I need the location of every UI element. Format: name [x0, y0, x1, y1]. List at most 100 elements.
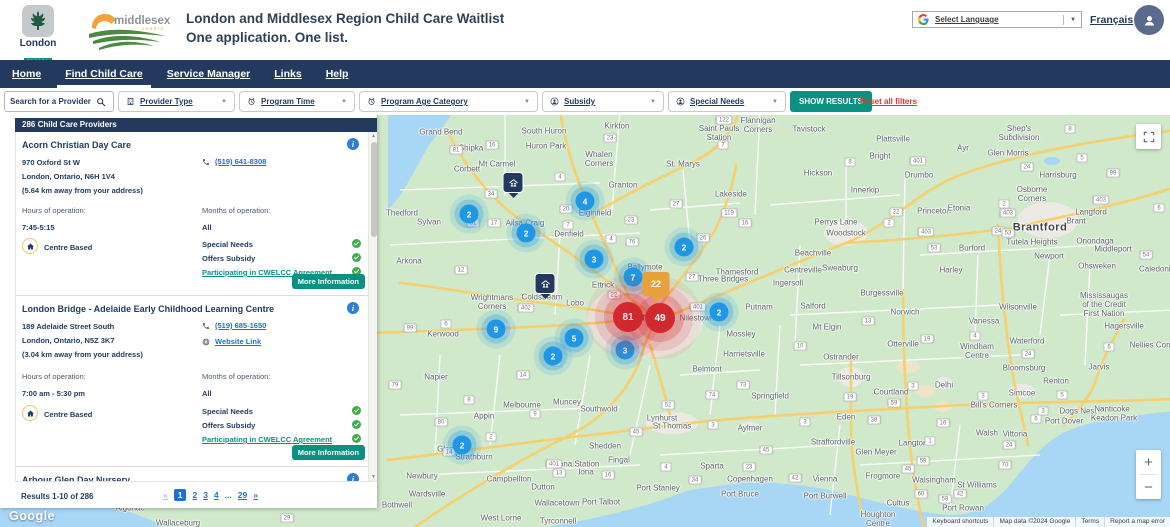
cluster-marker-blue[interactable]: 7 — [624, 268, 643, 287]
nav-item-links[interactable]: Links — [272, 60, 303, 88]
scroll-down-icon[interactable]: ▼ — [369, 474, 377, 480]
provider-address-line1: 970 Oxford St W — [22, 158, 80, 167]
map-place-label: Renton — [1043, 376, 1069, 385]
more-information-button[interactable]: More Information — [292, 274, 365, 289]
feature-offers-subsidy: Offers Subsidy — [202, 254, 255, 263]
road-shield: 74 — [706, 391, 719, 400]
provider-phone-link[interactable]: (519) 685-1650 — [215, 321, 266, 330]
terms-link[interactable]: Terms — [1075, 517, 1104, 527]
childcare-centre-pin[interactable] — [503, 172, 524, 193]
more-information-button[interactable]: More Information — [292, 445, 365, 460]
cluster-marker-blue[interactable]: 4 — [576, 192, 595, 211]
scrollbar-thumb[interactable] — [371, 142, 377, 237]
reset-all-filters-link[interactable]: Reset all filters — [860, 97, 917, 106]
provider-phone-row: (519) 641-8308 — [202, 157, 266, 166]
provider-phone-link[interactable]: (519) 641-8308 — [215, 157, 266, 166]
provider-name: London Bridge - Adelaide Early Childhood… — [22, 304, 274, 314]
zoom-out-button[interactable]: − — [1136, 475, 1161, 499]
cluster-marker-orange[interactable]: 22 — [643, 272, 670, 296]
pagination-page-2[interactable]: 2 — [192, 490, 197, 500]
select-language-label[interactable]: Select Language — [935, 15, 999, 24]
info-icon[interactable]: i — [347, 302, 359, 314]
user-account-button[interactable] — [1134, 5, 1164, 35]
special-needs-dropdown[interactable]: Special Needs ▼ — [668, 91, 786, 112]
pagination-prev[interactable]: « — [163, 490, 168, 500]
pagination-page-3[interactable]: 3 — [203, 490, 208, 500]
scroll-up-icon[interactable]: ▲ — [369, 133, 377, 139]
map-place-label: Belmont — [692, 364, 721, 373]
childcare-centre-pin[interactable] — [535, 273, 556, 294]
cluster-marker-blue[interactable]: 5 — [565, 329, 584, 348]
map-fullscreen-button[interactable] — [1136, 124, 1161, 149]
cluster-marker-blue[interactable]: 2 — [675, 238, 694, 257]
road-shield: 42 — [954, 490, 967, 499]
pagination-next[interactable]: » — [253, 490, 258, 500]
map-place-label: Sparta — [700, 461, 724, 470]
provider-type-dropdown[interactable]: Provider Type ▼ — [118, 91, 235, 112]
results-count-text: Results 1-10 of 286 — [21, 492, 93, 501]
road-shield: 1 — [925, 437, 936, 446]
program-time-dropdown[interactable]: Program Time ▼ — [239, 91, 355, 112]
road-shield: 24 — [1022, 350, 1035, 359]
road-shield: 403 — [1000, 209, 1016, 218]
map-place-label: Sylvan — [417, 217, 441, 226]
app-title-block: London and Middlesex Region Child Care W… — [186, 11, 504, 45]
subsidy-dropdown[interactable]: Subsidy ▼ — [542, 91, 664, 112]
francais-language-link[interactable]: Français — [1090, 14, 1133, 26]
road-shield: 5 — [1057, 391, 1068, 400]
cluster-marker-blue[interactable]: 2 — [453, 436, 472, 455]
road-shield: 12 — [455, 266, 468, 275]
pagination-page-29[interactable]: 29 — [238, 490, 247, 500]
zoom-in-button[interactable]: + — [1136, 450, 1161, 474]
pagination-page-1[interactable]: 1 — [174, 489, 187, 501]
cwelcc-agreement-link[interactable]: Participating in CWELCC Agreement — [202, 435, 332, 444]
map-place-label: Putnam — [745, 302, 773, 311]
search-input[interactable] — [10, 97, 96, 106]
pagination-ellipsis: ... — [225, 490, 232, 500]
nav-item-help[interactable]: Help — [324, 60, 351, 88]
cluster-marker-blue[interactable]: 9 — [487, 320, 506, 339]
feature-offers-subsidy: Offers Subsidy — [202, 421, 255, 430]
filter-bar: Provider Type ▼ Program Time ▼ Program A… — [0, 88, 1170, 115]
list-scrollbar[interactable]: ▲ ▼ — [368, 132, 377, 481]
nav-item-service-manager[interactable]: Service Manager — [165, 60, 252, 88]
road-shield: 3 — [708, 421, 719, 430]
cluster-marker-blue[interactable]: 3 — [616, 341, 635, 360]
chevron-down-icon: ▼ — [772, 99, 778, 105]
cluster-marker-blue[interactable]: 2 — [710, 303, 729, 322]
map-place-label: Cultus — [887, 498, 910, 507]
map-place-label: Wrightmans Corners — [471, 293, 514, 311]
keyboard-shortcuts-link[interactable]: Keyboard shortcuts — [927, 517, 993, 527]
info-icon[interactable]: i — [347, 473, 359, 481]
map-place-label: Muncey — [553, 397, 581, 406]
nav-item-home[interactable]: Home — [10, 60, 43, 88]
chevron-down-icon: ▼ — [341, 99, 347, 105]
middlesex-logo: middlesex county — [86, 11, 170, 56]
road-shield: 23 — [625, 216, 638, 225]
translate-chevron-down-icon[interactable]: ▼ — [1070, 17, 1076, 23]
road-shield: 4 — [661, 463, 672, 472]
provider-website-link[interactable]: Website Link — [215, 337, 261, 346]
pagination-page-4[interactable]: 4 — [214, 490, 219, 500]
cluster-marker-red[interactable]: 81 — [613, 302, 643, 332]
cluster-marker-red[interactable]: 49 — [645, 303, 675, 333]
info-icon[interactable]: i — [347, 138, 359, 150]
cluster-marker-blue[interactable]: 2 — [544, 347, 563, 366]
cluster-marker-blue[interactable]: 2 — [517, 224, 536, 243]
road-shield: 23 — [743, 463, 756, 472]
map-place-label: Port Rowan — [942, 503, 984, 512]
google-translate-widget[interactable]: Select Language ▼ — [912, 11, 1082, 28]
nav-item-find-child-care[interactable]: Find Child Care — [63, 60, 145, 88]
pagination: « 1 2 3 4 ... 29 » — [163, 489, 258, 501]
program-age-category-dropdown[interactable]: Program Age Category ▼ — [359, 91, 538, 112]
map-place-label: Harley — [939, 265, 962, 274]
map-place-label: Innerkip — [851, 185, 879, 194]
road-shield: 14 — [517, 371, 530, 380]
app-window: LondonBrantfordGrand BendSouth HuronKirk… — [0, 0, 1170, 527]
report-map-error-link[interactable]: Report a map error — [1104, 517, 1170, 527]
search-icon[interactable] — [96, 97, 106, 107]
provider-list: Acorn Christian Day Care i 970 Oxford St… — [15, 132, 377, 481]
map-place-label: Whalen Corners — [585, 150, 613, 168]
cluster-marker-blue[interactable]: 3 — [585, 250, 604, 269]
cluster-marker-blue[interactable]: 2 — [460, 205, 479, 224]
